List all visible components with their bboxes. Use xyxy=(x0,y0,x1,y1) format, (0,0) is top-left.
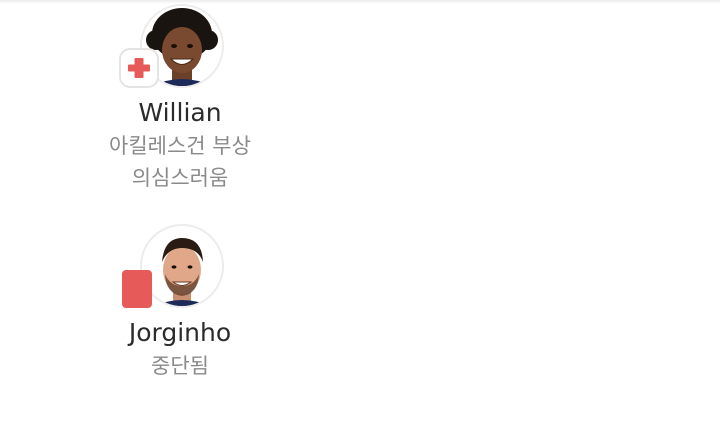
injury-badge xyxy=(119,48,159,88)
availability-status-line: 의심스러움 xyxy=(131,166,229,190)
player-name: Jorginho xyxy=(128,318,232,347)
player-card-willian[interactable]: Willian 아킬레스건 부상 의심스러움 xyxy=(60,4,300,194)
red-card-icon xyxy=(122,270,152,308)
injury-status-line: 아킬레스건 부상 xyxy=(109,134,251,158)
player-card-jorginho[interactable]: Jorginho 중단됨 xyxy=(60,224,300,382)
avatar-container xyxy=(122,224,224,308)
injury-cross-icon xyxy=(128,58,150,78)
suspension-status-line: 중단됨 xyxy=(151,354,209,378)
avatar-container xyxy=(119,4,224,88)
player-photo-icon xyxy=(142,226,222,306)
avatar xyxy=(140,224,224,308)
player-name: Willian xyxy=(138,98,222,127)
